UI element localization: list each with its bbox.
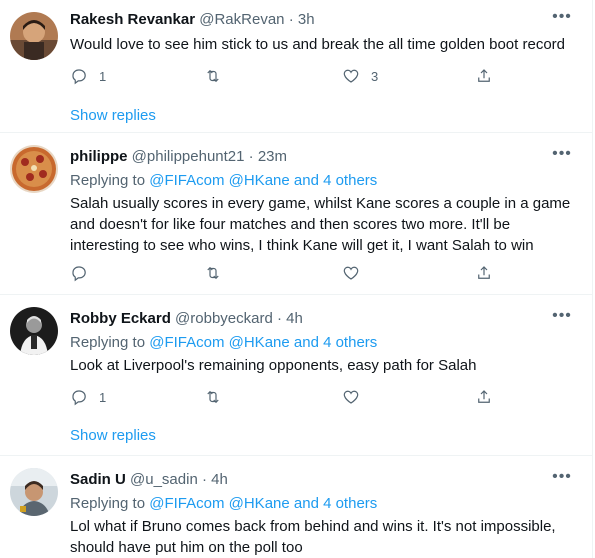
retweet-icon xyxy=(207,266,219,280)
replying-to-label: Replying to xyxy=(70,495,146,512)
more-options-icon[interactable]: ••• xyxy=(552,9,572,30)
tweet-header: Sadin U @u_sadin · 4h xyxy=(70,470,572,490)
timestamp[interactable]: · 4h xyxy=(277,310,303,327)
share-button[interactable] xyxy=(475,263,493,283)
author-name[interactable]: Robby Eckard xyxy=(70,310,171,327)
more-options-icon[interactable]: ••• xyxy=(552,308,572,329)
mention-link[interactable]: @HKane xyxy=(229,334,290,351)
action-bar xyxy=(70,263,500,283)
mention-link[interactable]: @FIFAcom xyxy=(149,172,224,189)
author-name[interactable]: philippe xyxy=(70,148,128,165)
timestamp[interactable]: · 3h xyxy=(289,11,315,28)
retweet-button[interactable] xyxy=(204,263,233,283)
mention-link[interactable]: @FIFAcom xyxy=(149,334,224,351)
author-name[interactable]: Sadin U xyxy=(70,471,126,488)
like-button[interactable]: 3 xyxy=(342,66,378,86)
tweet-text: Would love to see him stick to us and br… xyxy=(70,36,565,53)
more-options-icon[interactable]: ••• xyxy=(552,146,572,167)
author-handle[interactable]: @u_sadin xyxy=(130,471,198,488)
like-icon xyxy=(343,390,359,404)
tweet-header: Rakesh Revankar @RakRevan · 3h xyxy=(70,10,572,30)
tweet-rakesh[interactable]: Rakesh Revankar @RakRevan · 3h ••• Would… xyxy=(0,0,592,133)
share-button[interactable] xyxy=(475,387,493,407)
replying-to-label: Replying to xyxy=(70,172,146,189)
action-bar: 1 xyxy=(70,387,500,407)
replying-to: Replying to @FIFAcom @HKane and 4 others xyxy=(70,171,377,191)
like-icon xyxy=(343,69,359,83)
mention-link[interactable]: @HKane xyxy=(229,495,290,512)
reply-feed: Rakesh Revankar @RakRevan · 3h ••• Would… xyxy=(0,0,593,558)
like-button[interactable] xyxy=(342,387,371,407)
reply-count: 1 xyxy=(99,68,107,84)
timestamp[interactable]: · 23m xyxy=(249,148,287,165)
share-icon xyxy=(478,69,490,82)
avatar[interactable] xyxy=(10,307,58,355)
timestamp[interactable]: · 4h xyxy=(202,471,228,488)
reply-button[interactable] xyxy=(70,263,99,283)
tweet-text: Look at Liverpool's remaining opponents,… xyxy=(70,357,477,374)
like-count: 3 xyxy=(371,68,379,84)
author-handle[interactable]: @robbyeckard xyxy=(175,310,273,327)
mention-link[interactable]: @FIFAcom xyxy=(149,495,224,512)
tweet-text: Lol what if Bruno comes back from behind… xyxy=(70,518,556,556)
retweet-button[interactable] xyxy=(204,387,233,407)
tweet-robby[interactable]: Robby Eckard @robbyeckard · 4h ••• Reply… xyxy=(0,295,592,456)
author-handle[interactable]: @philippehunt21 xyxy=(132,148,245,165)
author-handle[interactable]: @RakRevan xyxy=(199,11,284,28)
avatar[interactable] xyxy=(10,145,58,193)
mention-link[interactable]: @HKane xyxy=(229,172,290,189)
share-button[interactable] xyxy=(475,66,493,86)
reply-icon xyxy=(72,390,86,406)
author-name[interactable]: Rakesh Revankar xyxy=(70,11,195,28)
more-options-icon[interactable]: ••• xyxy=(552,469,572,490)
reply-icon xyxy=(72,266,86,282)
others-link[interactable]: and 4 others xyxy=(294,172,377,189)
tweet-header: Robby Eckard @robbyeckard · 4h xyxy=(70,309,572,329)
retweet-button[interactable] xyxy=(204,66,233,86)
reply-button[interactable]: 1 xyxy=(70,66,106,86)
tweet-sadin[interactable]: Sadin U @u_sadin · 4h ••• Replying to @F… xyxy=(0,456,592,558)
avatar[interactable] xyxy=(10,468,58,516)
reply-icon xyxy=(72,69,86,85)
like-button[interactable] xyxy=(342,263,371,283)
tweet-header: philippe @philippehunt21 · 23m xyxy=(70,147,572,167)
reply-button[interactable]: 1 xyxy=(70,387,106,407)
show-replies-link[interactable]: Show replies xyxy=(70,426,156,446)
show-replies-link[interactable]: Show replies xyxy=(70,106,156,126)
avatar[interactable] xyxy=(10,12,58,60)
tweet-philippe[interactable]: philippe @philippehunt21 · 23m ••• Reply… xyxy=(0,133,592,295)
others-link[interactable]: and 4 others xyxy=(294,334,377,351)
tweet-text: Salah usually scores in every game, whil… xyxy=(70,195,571,254)
action-bar: 1 3 xyxy=(70,66,500,86)
share-icon xyxy=(478,390,490,403)
replying-to: Replying to @FIFAcom @HKane and 4 others xyxy=(70,494,377,514)
others-link[interactable]: and 4 others xyxy=(294,495,377,512)
retweet-icon xyxy=(207,69,219,83)
like-icon xyxy=(343,266,359,280)
replying-to-label: Replying to xyxy=(70,334,146,351)
reply-count: 1 xyxy=(99,389,107,405)
share-icon xyxy=(478,266,490,279)
retweet-icon xyxy=(207,390,219,404)
replying-to: Replying to @FIFAcom @HKane and 4 others xyxy=(70,333,377,353)
